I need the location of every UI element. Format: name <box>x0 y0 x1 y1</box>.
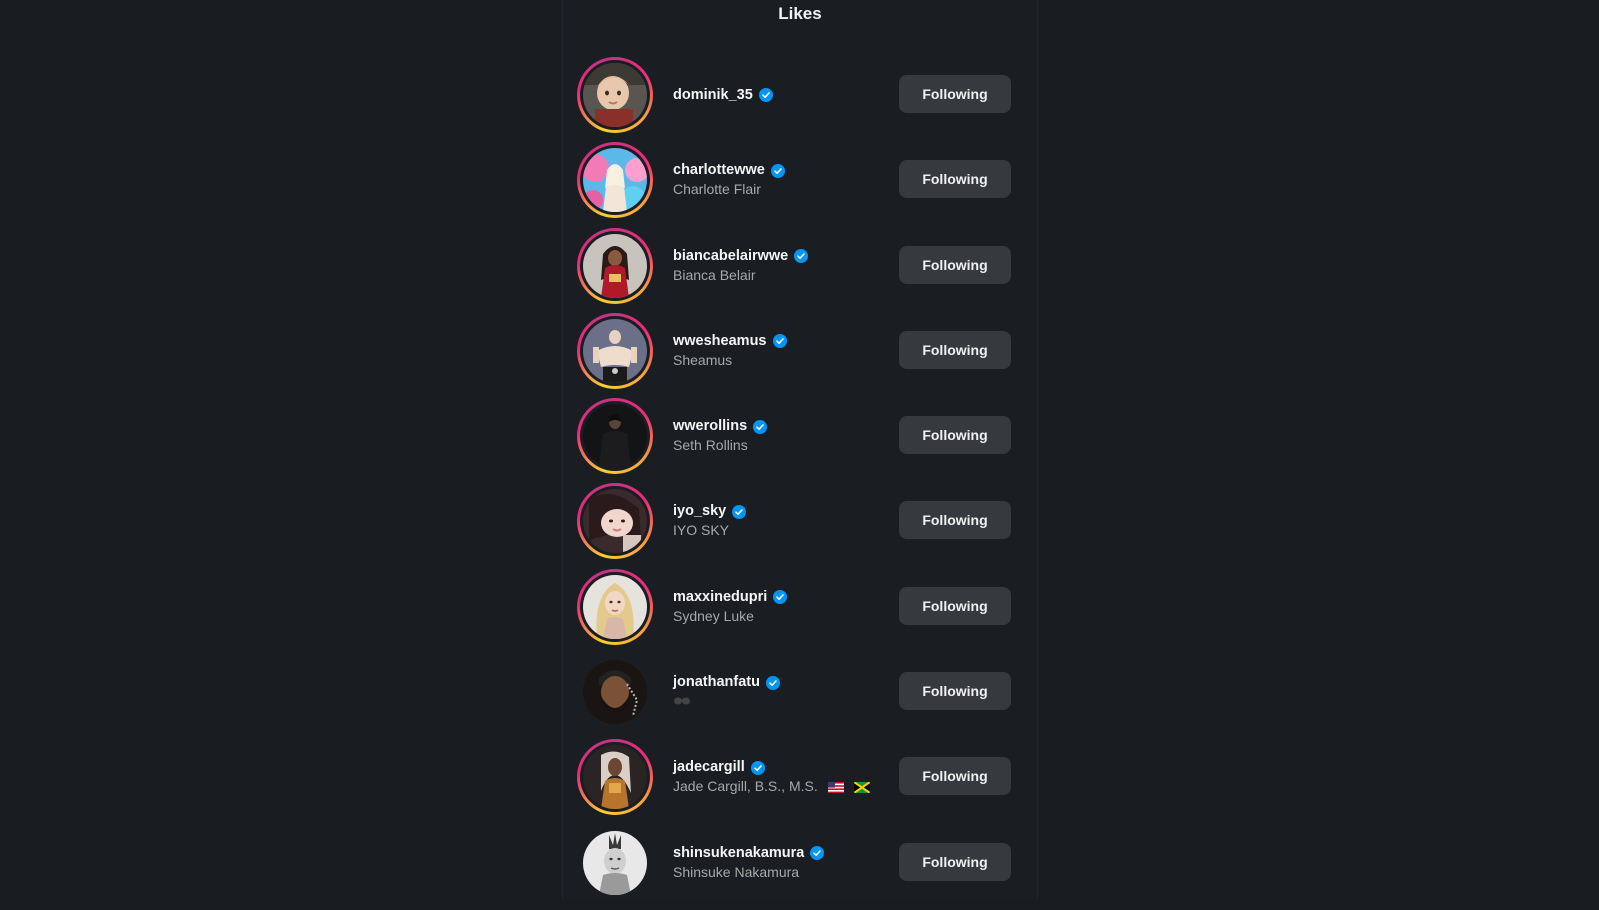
bio-emoji <box>673 692 780 711</box>
username[interactable]: charlottewwe <box>673 161 765 180</box>
verified-badge-icon <box>758 88 773 102</box>
sunglasses-emoji-icon <box>674 697 690 705</box>
story-ring[interactable] <box>577 142 653 219</box>
avatar[interactable] <box>583 830 647 895</box>
list-item[interactable]: iyo_sky IYO SKY Following <box>577 483 1027 560</box>
verified-badge-icon <box>810 846 825 861</box>
avatar-woman-selfie-photo <box>583 489 647 554</box>
avatar[interactable] <box>583 660 647 725</box>
username[interactable]: jadecargill <box>673 758 745 777</box>
story-ring[interactable] <box>577 739 653 816</box>
user-info: wwerollins Seth Rollins <box>673 398 768 474</box>
list-item[interactable]: wwesheamus Sheamus Following <box>577 312 1027 389</box>
story-ring[interactable] <box>577 398 653 475</box>
user-info: biancabelairwwe Bianca Belair <box>673 228 809 304</box>
full-name-line: Jade Cargill, B.S., M.S. <box>673 777 870 796</box>
avatar[interactable] <box>583 404 647 469</box>
full-name: Sydney Luke <box>673 607 754 624</box>
list-item[interactable]: jadecargill Jade Cargill, B.S., M.S. Fol… <box>577 739 1027 816</box>
avatar-man-beard-photo <box>583 660 647 725</box>
verified-badge-icon <box>732 504 747 519</box>
list-item[interactable]: shinsukenakamura Shinsuke Nakamura Follo… <box>577 825 1027 901</box>
username[interactable]: biancabelairwwe <box>673 247 788 266</box>
full-name: IYO SKY <box>673 522 730 539</box>
following-button[interactable]: Following <box>899 416 1011 455</box>
verified-badge-icon <box>766 675 780 690</box>
avatar-man-dark-coat-photo <box>583 404 647 469</box>
user-info: jadecargill Jade Cargill, B.S., M.S. <box>673 739 870 815</box>
following-button[interactable]: Following <box>899 160 1011 199</box>
following-button[interactable]: Following <box>899 757 1011 796</box>
verified-badge-icon <box>770 163 785 178</box>
following-button[interactable]: Following <box>899 842 1011 881</box>
avatar-woman-golden-outfit-photo <box>583 745 647 810</box>
username[interactable]: jonathanfatu <box>673 673 760 692</box>
list-item[interactable]: biancabelairwwe Bianca Belair Following <box>577 227 1027 304</box>
avatar-woman-red-outfit-photo <box>583 233 647 298</box>
full-name: Bianca Belair <box>673 266 756 283</box>
list-item[interactable]: wwerollins Seth Rollins Following <box>577 398 1027 475</box>
story-ring[interactable] <box>577 568 653 645</box>
following-button[interactable]: Following <box>899 330 1011 369</box>
likes-panel: Likes dominik_35 Following charlottewwe … <box>562 0 1038 899</box>
story-ring[interactable] <box>577 312 653 389</box>
username[interactable]: maxxinedupri <box>673 588 767 607</box>
avatar-woman-colorful-backdrop-photo <box>583 148 647 213</box>
avatar-wrestler-photo <box>583 318 647 383</box>
full-name: Jade Cargill, B.S., M.S. <box>673 778 818 795</box>
verified-badge-icon <box>772 334 787 349</box>
story-ring[interactable] <box>577 483 653 560</box>
avatar[interactable] <box>583 318 647 383</box>
full-name: Shinsuke Nakamura <box>673 863 800 880</box>
username[interactable]: shinsukenakamura <box>673 844 804 863</box>
username[interactable]: wwesheamus <box>673 332 767 351</box>
username[interactable]: iyo_sky <box>673 502 726 521</box>
verified-badge-icon <box>750 760 765 775</box>
avatar-frame[interactable] <box>577 654 653 730</box>
avatar[interactable] <box>583 63 647 127</box>
username[interactable]: wwerollins <box>673 417 747 436</box>
avatar[interactable] <box>583 745 647 810</box>
user-info: jonathanfatu <box>673 654 780 730</box>
avatar-toddler-photo <box>583 63 647 127</box>
avatar-blonde-woman-photo <box>583 574 647 639</box>
list-item[interactable]: jonathanfatu Following <box>577 654 1027 730</box>
user-info: shinsukenakamura Shinsuke Nakamura <box>673 825 825 901</box>
user-info: wwesheamus Sheamus <box>673 313 787 389</box>
us-flag-icon <box>827 782 844 794</box>
following-button[interactable]: Following <box>899 586 1011 625</box>
avatar[interactable] <box>583 489 647 554</box>
user-info: charlottewwe Charlotte Flair <box>673 142 785 218</box>
avatar-man-mohawk-photo <box>583 830 647 895</box>
full-name: Sheamus <box>673 351 733 368</box>
user-info: dominik_35 <box>673 57 773 133</box>
full-name: Charlotte Flair <box>673 181 761 198</box>
following-button[interactable]: Following <box>899 672 1011 711</box>
verified-badge-icon <box>753 419 768 434</box>
list-item[interactable]: dominik_35 Following <box>577 57 1027 133</box>
following-button[interactable]: Following <box>899 75 1011 113</box>
full-name: Seth Rollins <box>673 437 748 454</box>
verified-badge-icon <box>794 249 809 264</box>
username[interactable]: dominik_35 <box>673 86 753 105</box>
following-button[interactable]: Following <box>899 245 1011 284</box>
jamaica-flag-icon <box>853 782 870 794</box>
following-button[interactable]: Following <box>899 501 1011 540</box>
avatar[interactable] <box>583 233 647 298</box>
story-ring[interactable] <box>577 227 653 304</box>
user-info: maxxinedupri Sydney Luke <box>673 569 788 645</box>
page-title: Likes <box>778 4 822 23</box>
story-ring[interactable] <box>577 57 653 133</box>
list-item[interactable]: maxxinedupri Sydney Luke Following <box>577 568 1027 645</box>
verified-badge-icon <box>773 590 788 605</box>
user-info: iyo_sky IYO SKY <box>673 483 747 559</box>
avatar-frame[interactable] <box>577 825 653 901</box>
avatar[interactable] <box>583 148 647 213</box>
list-item[interactable]: charlottewwe Charlotte Flair Following <box>577 142 1027 219</box>
avatar[interactable] <box>583 574 647 639</box>
likes-list: dominik_35 Following charlottewwe Charlo… <box>577 57 1027 910</box>
